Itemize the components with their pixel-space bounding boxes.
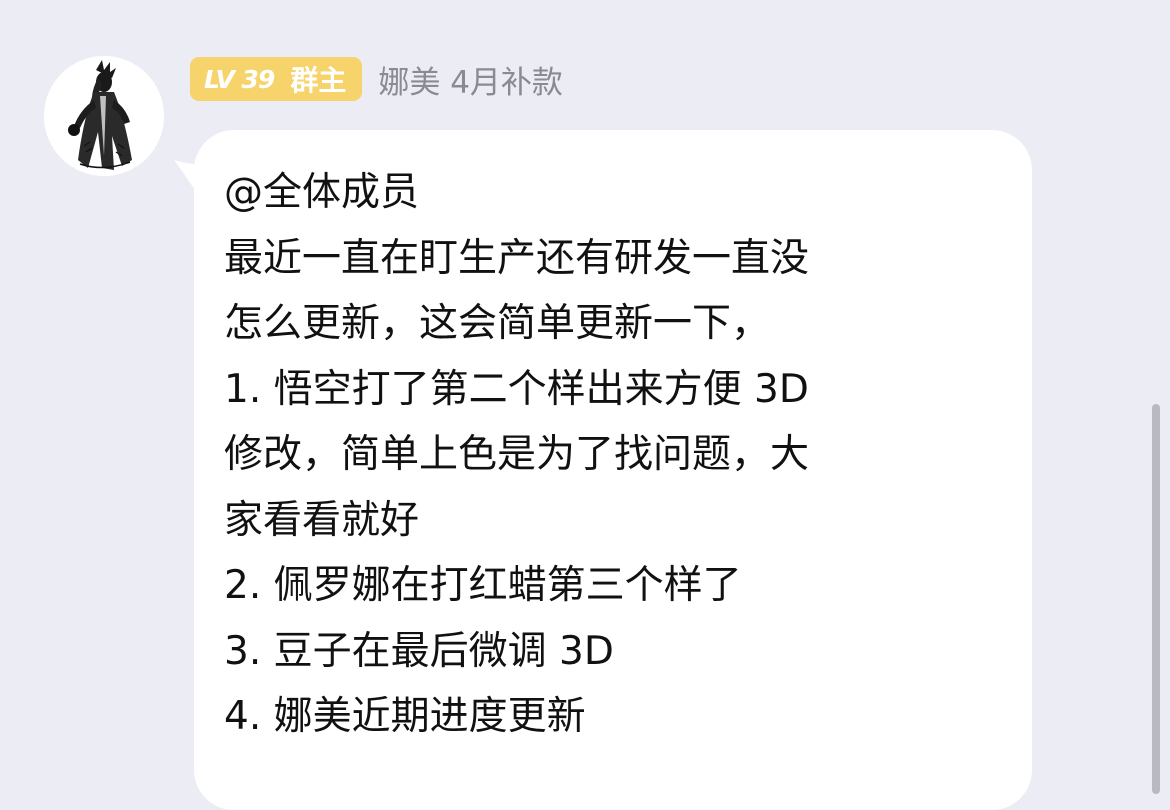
message-line: 最近一直在盯生产还有研发一直没 xyxy=(224,235,810,281)
level-label: LV 39 xyxy=(204,64,275,94)
message-line: 家看看就好 xyxy=(224,497,420,543)
scrollbar[interactable] xyxy=(1152,404,1160,794)
message-line: 2. 佩罗娜在打红蜡第三个样了 xyxy=(224,563,742,608)
message-line: 修改，简单上色是为了找问题，大 xyxy=(224,432,810,477)
message-header: LV 39 群主 娜美 4月补款 xyxy=(190,56,563,102)
sender-avatar[interactable] xyxy=(44,56,164,176)
message-line: @全体成员 xyxy=(224,170,420,215)
member-level-badge: LV 39 群主 xyxy=(190,57,363,101)
message-line: 3. 豆子在最后微调 3D xyxy=(224,628,614,674)
group-owner-label: 群主 xyxy=(290,64,347,97)
message-text: @全体成员 最近一直在盯生产还有研发一直没 怎么更新，这会简单更新一下， 1. … xyxy=(224,160,1014,750)
sender-name[interactable]: 娜美 4月补款 xyxy=(378,57,563,102)
message-line: 4. 娜美近期进度更新 xyxy=(224,694,586,739)
ink-sketch-character-icon xyxy=(44,56,164,176)
message-line: 1. 悟空打了第二个样出来方便 3D xyxy=(224,366,809,412)
message-line: 怎么更新，这会简单更新一下， xyxy=(224,301,771,346)
